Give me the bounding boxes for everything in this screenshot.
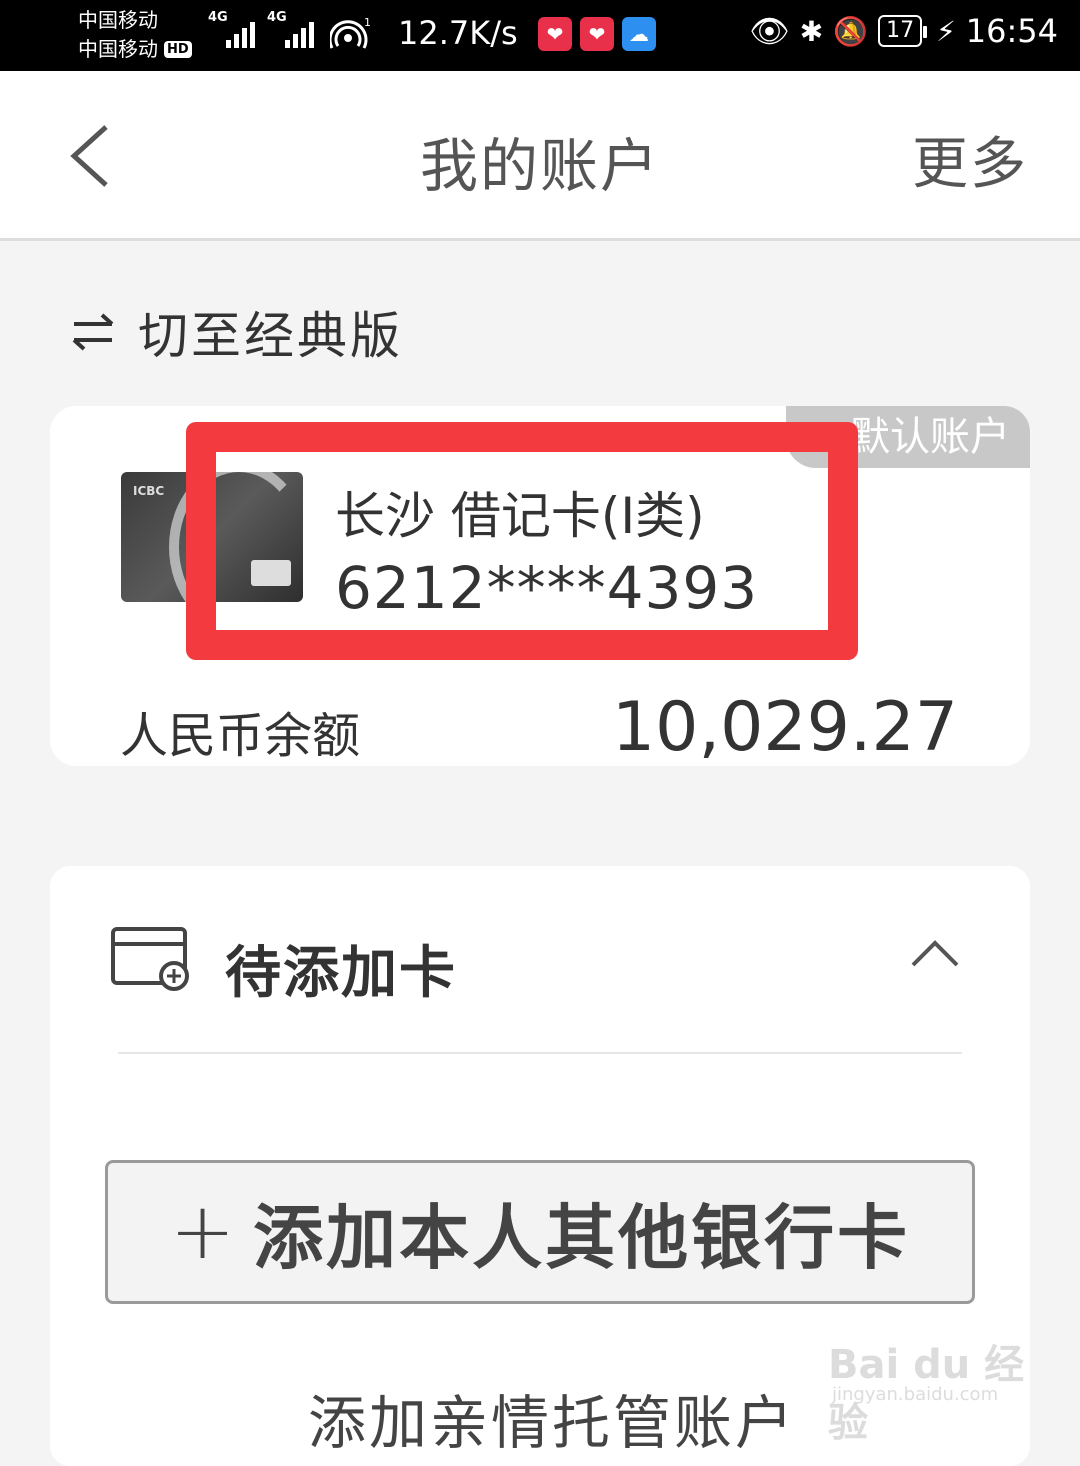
app-notification-icon: ❤ (538, 17, 572, 51)
app-notification-icon: ❤ (580, 17, 614, 51)
bluetooth-icon: ✱ (799, 14, 824, 48)
add-card-label: 添加本人其他银行卡 (253, 1196, 911, 1279)
clock: 16:54 (965, 12, 1058, 50)
signal-2-icon: 4G (267, 10, 314, 48)
balance-label: 人民币余额 (120, 708, 361, 764)
plus-icon: + (169, 1187, 236, 1277)
system-status: 👁 ✱ 🔕 17 ⚡ 16:54 (749, 12, 1058, 50)
signal-indicators: 4G 4G (208, 10, 314, 48)
hotspot-icon: 1 (330, 16, 370, 49)
chevron-up-icon[interactable] (910, 938, 960, 968)
weather-icon: ☁ (622, 17, 656, 51)
hd-badge: HD (164, 41, 192, 58)
balance-value: 10,029.27 (611, 688, 958, 766)
switch-label: 切至经典版 (138, 307, 403, 365)
more-button[interactable]: 更多 (912, 119, 1028, 200)
carrier-1: 中国移动 (78, 8, 158, 32)
baidu-watermark: Bai du 经验 jingyan.baidu.com (828, 1322, 1028, 1446)
divider (118, 1052, 962, 1054)
carrier-info: 中国移动 中国移动 HD (78, 6, 192, 64)
mute-icon: 🔕 (833, 14, 869, 48)
eye-icon: 👁 (749, 12, 790, 50)
switch-classic-version[interactable]: 切至经典版 (70, 296, 403, 368)
carrier-2: 中国移动 (78, 37, 158, 61)
status-bar: 中国移动 中国移动 HD 4G 4G 1 12.7K/s ❤ ❤ ☁ 👁 ✱ 🔕… (0, 0, 1080, 71)
bank-logo: ICBC (133, 484, 165, 498)
svg-text:1: 1 (364, 16, 370, 29)
nav-bar: 我的账户 更多 (0, 71, 1080, 241)
network-speed: 12.7K/s (398, 14, 518, 52)
add-card-icon (111, 927, 189, 991)
watermark-url: jingyan.baidu.com (832, 1384, 999, 1405)
charging-icon: ⚡ (936, 14, 956, 48)
swap-icon (72, 313, 114, 351)
add-family-account-link[interactable]: 添加亲情托管账户 (308, 1376, 796, 1460)
pending-title: 待添加卡 (225, 941, 457, 1006)
add-other-card-button[interactable]: + 添加本人其他银行卡 (105, 1160, 975, 1304)
signal-1-icon: 4G (208, 10, 255, 48)
battery-icon: 17 (878, 15, 928, 47)
highlight-annotation (186, 422, 858, 660)
